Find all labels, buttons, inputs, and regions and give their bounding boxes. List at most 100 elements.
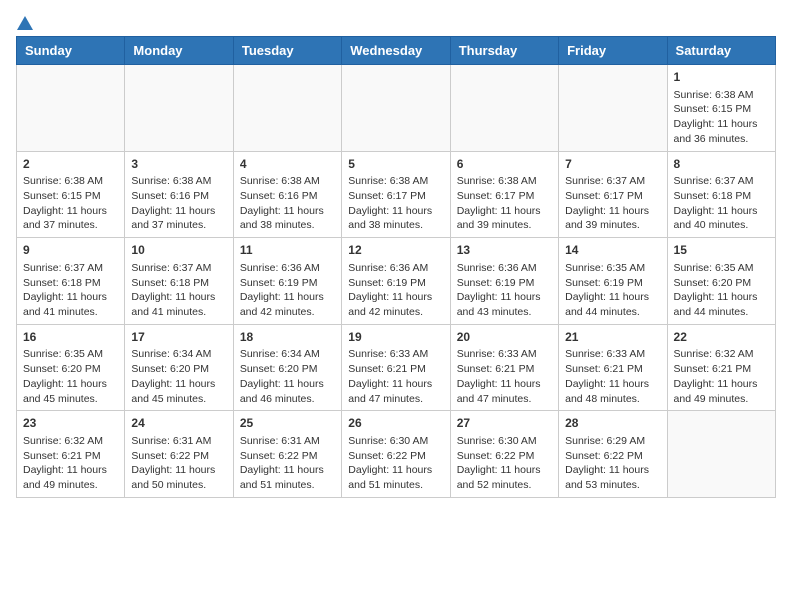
day-info: Sunrise: 6:38 AM [457, 174, 552, 189]
day-number: 3 [131, 156, 226, 173]
day-info: Daylight: 11 hours [240, 463, 335, 478]
day-number: 26 [348, 415, 443, 432]
calendar-cell [233, 65, 341, 152]
calendar-table: SundayMondayTuesdayWednesdayThursdayFrid… [16, 36, 776, 498]
day-info: Sunrise: 6:36 AM [240, 261, 335, 276]
calendar-day-header: Friday [559, 37, 667, 65]
calendar-cell: 27Sunrise: 6:30 AMSunset: 6:22 PMDayligh… [450, 411, 558, 498]
day-info: Sunrise: 6:32 AM [23, 434, 118, 449]
day-info: Sunrise: 6:37 AM [674, 174, 769, 189]
calendar-cell: 9Sunrise: 6:37 AMSunset: 6:18 PMDaylight… [17, 238, 125, 325]
day-number: 8 [674, 156, 769, 173]
day-info: Sunset: 6:20 PM [240, 362, 335, 377]
day-number: 15 [674, 242, 769, 259]
day-info: Sunset: 6:17 PM [457, 189, 552, 204]
calendar-cell: 21Sunrise: 6:33 AMSunset: 6:21 PMDayligh… [559, 324, 667, 411]
day-info: Sunset: 6:19 PM [348, 276, 443, 291]
calendar-cell: 19Sunrise: 6:33 AMSunset: 6:21 PMDayligh… [342, 324, 450, 411]
calendar-cell: 26Sunrise: 6:30 AMSunset: 6:22 PMDayligh… [342, 411, 450, 498]
day-info: Daylight: 11 hours [348, 377, 443, 392]
day-number: 24 [131, 415, 226, 432]
day-info: Daylight: 11 hours [674, 204, 769, 219]
day-number: 19 [348, 329, 443, 346]
calendar-cell: 4Sunrise: 6:38 AMSunset: 6:16 PMDaylight… [233, 151, 341, 238]
calendar-cell [559, 65, 667, 152]
day-info: and 51 minutes. [240, 478, 335, 493]
day-info: Daylight: 11 hours [23, 290, 118, 305]
day-info: Sunset: 6:21 PM [674, 362, 769, 377]
calendar-cell: 11 Sunrise: 6:36 AMSunset: 6:19 PMDayligh… [233, 238, 341, 325]
day-info: Daylight: 11 hours [131, 204, 226, 219]
calendar-cell [667, 411, 775, 498]
calendar-cell [342, 65, 450, 152]
day-info: Daylight: 11 hours [565, 463, 660, 478]
calendar-cell: 23Sunrise: 6:32 AMSunset: 6:21 PMDayligh… [17, 411, 125, 498]
day-number: 20 [457, 329, 552, 346]
day-info: Daylight: 11 hours [240, 377, 335, 392]
day-info: Daylight: 11 hours [457, 290, 552, 305]
day-info: Sunrise: 6:35 AM [565, 261, 660, 276]
day-info: Sunrise: 6:38 AM [674, 88, 769, 103]
calendar-cell: 5Sunrise: 6:38 AMSunset: 6:17 PMDaylight… [342, 151, 450, 238]
calendar-day-header: Sunday [17, 37, 125, 65]
day-info: Daylight: 11 hours [565, 290, 660, 305]
day-info: Sunset: 6:22 PM [348, 449, 443, 464]
calendar-day-header: Wednesday [342, 37, 450, 65]
day-info: Sunset: 6:19 PM [457, 276, 552, 291]
day-info: and 52 minutes. [457, 478, 552, 493]
day-info: and 45 minutes. [23, 392, 118, 407]
day-info: Sunrise: 6:38 AM [23, 174, 118, 189]
day-info: Sunrise: 6:31 AM [131, 434, 226, 449]
day-info: and 51 minutes. [348, 478, 443, 493]
day-number: 5 [348, 156, 443, 173]
day-info: Daylight: 11 hours [131, 463, 226, 478]
calendar-cell: 3Sunrise: 6:38 AMSunset: 6:16 PMDaylight… [125, 151, 233, 238]
day-info: Daylight: 11 hours [457, 463, 552, 478]
day-info: and 43 minutes. [457, 305, 552, 320]
day-info: Sunset: 6:19 PM [240, 276, 335, 291]
day-info: Sunset: 6:20 PM [23, 362, 118, 377]
day-info: Sunset: 6:19 PM [565, 276, 660, 291]
day-number: 12 [348, 242, 443, 259]
day-info: Daylight: 11 hours [23, 463, 118, 478]
calendar-cell: 13Sunrise: 6:36 AMSunset: 6:19 PMDayligh… [450, 238, 558, 325]
calendar-cell: 16Sunrise: 6:35 AMSunset: 6:20 PMDayligh… [17, 324, 125, 411]
day-number: 11 [240, 242, 335, 259]
calendar-cell: 15Sunrise: 6:35 AMSunset: 6:20 PMDayligh… [667, 238, 775, 325]
day-info: Sunset: 6:22 PM [240, 449, 335, 464]
day-number: 25 [240, 415, 335, 432]
calendar-day-header: Saturday [667, 37, 775, 65]
day-info: Sunset: 6:20 PM [131, 362, 226, 377]
calendar-cell [450, 65, 558, 152]
day-info: Sunset: 6:16 PM [240, 189, 335, 204]
day-info: Daylight: 11 hours [23, 377, 118, 392]
day-number: 28 [565, 415, 660, 432]
calendar-cell [17, 65, 125, 152]
day-info: Sunset: 6:21 PM [23, 449, 118, 464]
calendar-cell [125, 65, 233, 152]
day-info: Sunrise: 6:33 AM [565, 347, 660, 362]
day-info: Sunset: 6:15 PM [674, 102, 769, 117]
day-number: 27 [457, 415, 552, 432]
day-info: Sunrise: 6:37 AM [131, 261, 226, 276]
day-info: Sunrise: 6:35 AM [23, 347, 118, 362]
calendar-cell: 24Sunrise: 6:31 AMSunset: 6:22 PMDayligh… [125, 411, 233, 498]
day-info: Sunrise: 6:33 AM [348, 347, 443, 362]
day-info: and 36 minutes. [674, 132, 769, 147]
day-info: Sunrise: 6:38 AM [131, 174, 226, 189]
calendar-header-row: SundayMondayTuesdayWednesdayThursdayFrid… [17, 37, 776, 65]
calendar-cell: 10Sunrise: 6:37 AMSunset: 6:18 PMDayligh… [125, 238, 233, 325]
calendar-week-row: 2Sunrise: 6:38 AMSunset: 6:15 PMDaylight… [17, 151, 776, 238]
day-info: Sunrise: 6:32 AM [674, 347, 769, 362]
day-info: Sunrise: 6:33 AM [457, 347, 552, 362]
day-info: Sunset: 6:18 PM [23, 276, 118, 291]
day-info: Daylight: 11 hours [240, 290, 335, 305]
day-number: 9 [23, 242, 118, 259]
day-info: Daylight: 11 hours [131, 290, 226, 305]
calendar-week-row: 9Sunrise: 6:37 AMSunset: 6:18 PMDaylight… [17, 238, 776, 325]
day-info: Daylight: 11 hours [240, 204, 335, 219]
day-info: Daylight: 11 hours [674, 117, 769, 132]
calendar-cell: 22Sunrise: 6:32 AMSunset: 6:21 PMDayligh… [667, 324, 775, 411]
day-info: and 39 minutes. [565, 218, 660, 233]
day-info: Daylight: 11 hours [348, 463, 443, 478]
